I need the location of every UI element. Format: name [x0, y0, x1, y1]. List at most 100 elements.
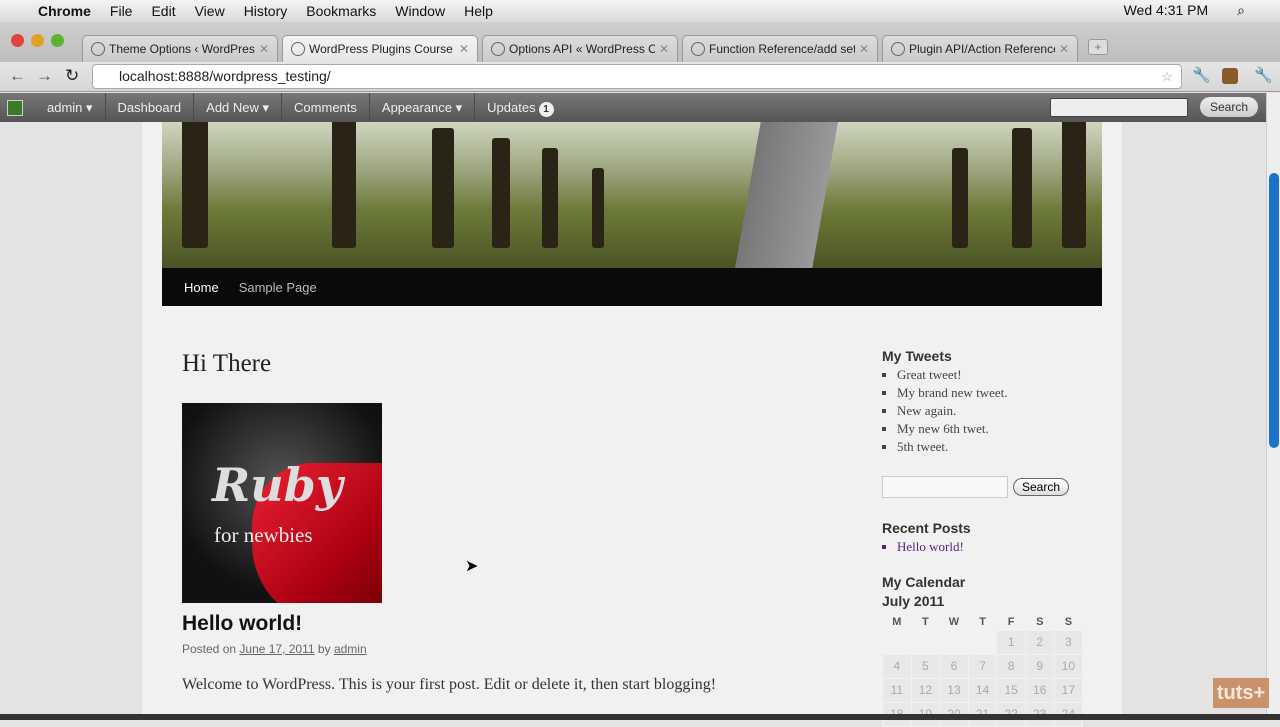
nav-sample-page[interactable]: Sample Page [239, 280, 317, 295]
menu-history[interactable]: History [244, 3, 288, 19]
tuts-watermark: tuts+ [1213, 678, 1269, 708]
close-icon[interactable]: ✕ [259, 42, 269, 56]
menu-file[interactable]: File [110, 3, 133, 19]
updates-link[interactable]: Updates 1 [475, 93, 565, 122]
header-image [162, 122, 1102, 268]
reload-icon[interactable]: ↻ [65, 66, 79, 86]
calendar-day: 8 [996, 653, 1026, 679]
tweet-item: My brand new tweet. [897, 384, 1007, 402]
wordpress-icon [891, 42, 905, 56]
browser-toolbar: ← → ↻ localhost:8888/wordpress_testing/ … [0, 62, 1280, 92]
sidebar-search-input[interactable] [882, 476, 1008, 498]
calendar-day-header: W [948, 615, 960, 628]
admin-menu[interactable]: admin ▾ [35, 93, 106, 122]
menu-bookmarks[interactable]: Bookmarks [306, 3, 376, 19]
extension-icon[interactable] [1222, 68, 1238, 84]
post-thumbnail[interactable]: Ruby for newbies [182, 403, 382, 603]
calendar-day [882, 629, 912, 655]
recent-post-link[interactable]: Hello world! [897, 538, 971, 556]
calendar-day-header: S [1036, 615, 1044, 628]
calendar-day: 2 [1024, 629, 1055, 655]
address-bar[interactable]: localhost:8888/wordpress_testing/ ☆ [92, 64, 1182, 89]
spotlight-icon[interactable]: ⌕ [1237, 2, 1245, 19]
menu-app[interactable]: Chrome [38, 3, 91, 19]
tweet-item: 5th tweet. [897, 438, 1007, 456]
close-icon[interactable]: ✕ [459, 42, 469, 56]
bookmark-star-icon[interactable]: ☆ [1161, 65, 1173, 88]
scrollbar-thumb[interactable] [1269, 173, 1279, 448]
calendar-day [967, 629, 998, 655]
tab-function-reference[interactable]: Function Reference/add setti ✕ [682, 35, 878, 62]
calendar-day-header: S [1064, 615, 1073, 628]
tab-theme-options[interactable]: Theme Options ‹ WordPress ✕ [82, 35, 278, 62]
dashboard-link[interactable]: Dashboard [106, 93, 195, 122]
post-date-link[interactable]: June 17, 2011 [239, 642, 314, 656]
widget-tweets: My Tweets Great tweet! My brand new twee… [882, 348, 1007, 456]
avatar[interactable] [7, 99, 23, 116]
sidebar-search-button[interactable]: Search [1013, 478, 1070, 496]
calendar-day: 13 [939, 677, 969, 703]
menu-edit[interactable]: Edit [151, 3, 175, 19]
close-icon[interactable]: ✕ [1059, 42, 1069, 56]
post-title[interactable]: Hello world! [182, 612, 302, 636]
minimize-window-icon[interactable] [31, 34, 44, 47]
forward-icon[interactable]: → [36, 66, 53, 86]
calendar-day [939, 629, 969, 655]
calendar-day: 12 [910, 677, 941, 703]
calendar-day-header: T [922, 615, 929, 628]
menu-view[interactable]: View [195, 3, 225, 19]
calendar-day: 1 [996, 629, 1026, 655]
new-tab-button[interactable]: + [1088, 39, 1108, 55]
close-window-icon[interactable] [11, 34, 24, 47]
bottom-edge [0, 714, 1280, 720]
widget-calendar: My Calendar July 2011 [882, 574, 966, 609]
calendar-day: 4 [882, 653, 912, 679]
menu-window[interactable]: Window [395, 3, 445, 19]
os-menubar: Chrome File Edit View History Bookmarks … [0, 0, 1280, 22]
wordpress-icon [91, 42, 105, 56]
calendar-day: 14 [967, 677, 998, 703]
wp-admin-bar: admin ▾ Dashboard Add New ▾ Comments App… [0, 93, 1266, 122]
admin-search-button[interactable]: Search [1199, 97, 1258, 117]
settings-wrench-icon[interactable]: 🔧 [1254, 66, 1273, 84]
nav-home[interactable]: Home [184, 280, 219, 295]
scrollbar[interactable] [1266, 93, 1280, 720]
calendar-day: 3 [1053, 629, 1084, 655]
calendar-day: 11 [882, 677, 912, 703]
author-link[interactable]: admin [334, 642, 367, 656]
wordpress-icon [491, 42, 505, 56]
wordpress-icon [291, 42, 305, 56]
appearance-menu[interactable]: Appearance ▾ [370, 93, 476, 122]
admin-search-input[interactable] [1050, 98, 1188, 117]
tab-plugins-course[interactable]: WordPress Plugins Course | J ✕ [282, 35, 478, 62]
calendar-day: 9 [1024, 653, 1055, 679]
tab-options-api[interactable]: Options API « WordPress Co ✕ [482, 35, 678, 62]
add-new-menu[interactable]: Add New ▾ [194, 93, 283, 122]
menu-help[interactable]: Help [464, 3, 493, 19]
calendar-day-header: T [979, 615, 986, 628]
widget-recent-posts: Recent Posts Hello world! [882, 520, 971, 556]
tab-plugin-api[interactable]: Plugin API/Action Reference ✕ [882, 35, 1078, 62]
back-icon[interactable]: ← [9, 66, 26, 86]
post-meta: Posted on June 17, 2011 by admin [182, 642, 367, 656]
tab-bar: Theme Options ‹ WordPress ✕ WordPress Plu… [0, 22, 1280, 62]
post-excerpt: Welcome to WordPress. This is your first… [182, 676, 717, 693]
calendar-day: 10 [1053, 653, 1084, 679]
calendar-day: 6 [939, 653, 969, 679]
calendar-day: 5 [910, 653, 941, 679]
calendar-day: 17 [1053, 677, 1084, 703]
wrench-icon[interactable]: 🔧 [1192, 66, 1211, 84]
tweet-item: My new 6th twet. [897, 420, 1007, 438]
comments-link[interactable]: Comments [282, 93, 370, 122]
close-icon[interactable]: ✕ [659, 42, 669, 56]
clock[interactable]: Wed 4:31 PM [1124, 2, 1209, 19]
site-nav: Home Sample Page [162, 268, 1102, 306]
close-icon[interactable]: ✕ [859, 42, 869, 56]
updates-badge: 1 [538, 102, 554, 117]
calendar-day-header: M [892, 615, 902, 628]
wordpress-icon [691, 42, 705, 56]
page-title: Hi There [182, 350, 272, 377]
tweet-item: Great tweet! [897, 366, 1007, 384]
zoom-window-icon[interactable] [51, 34, 64, 47]
mouse-cursor-icon: ➤ [465, 558, 479, 575]
